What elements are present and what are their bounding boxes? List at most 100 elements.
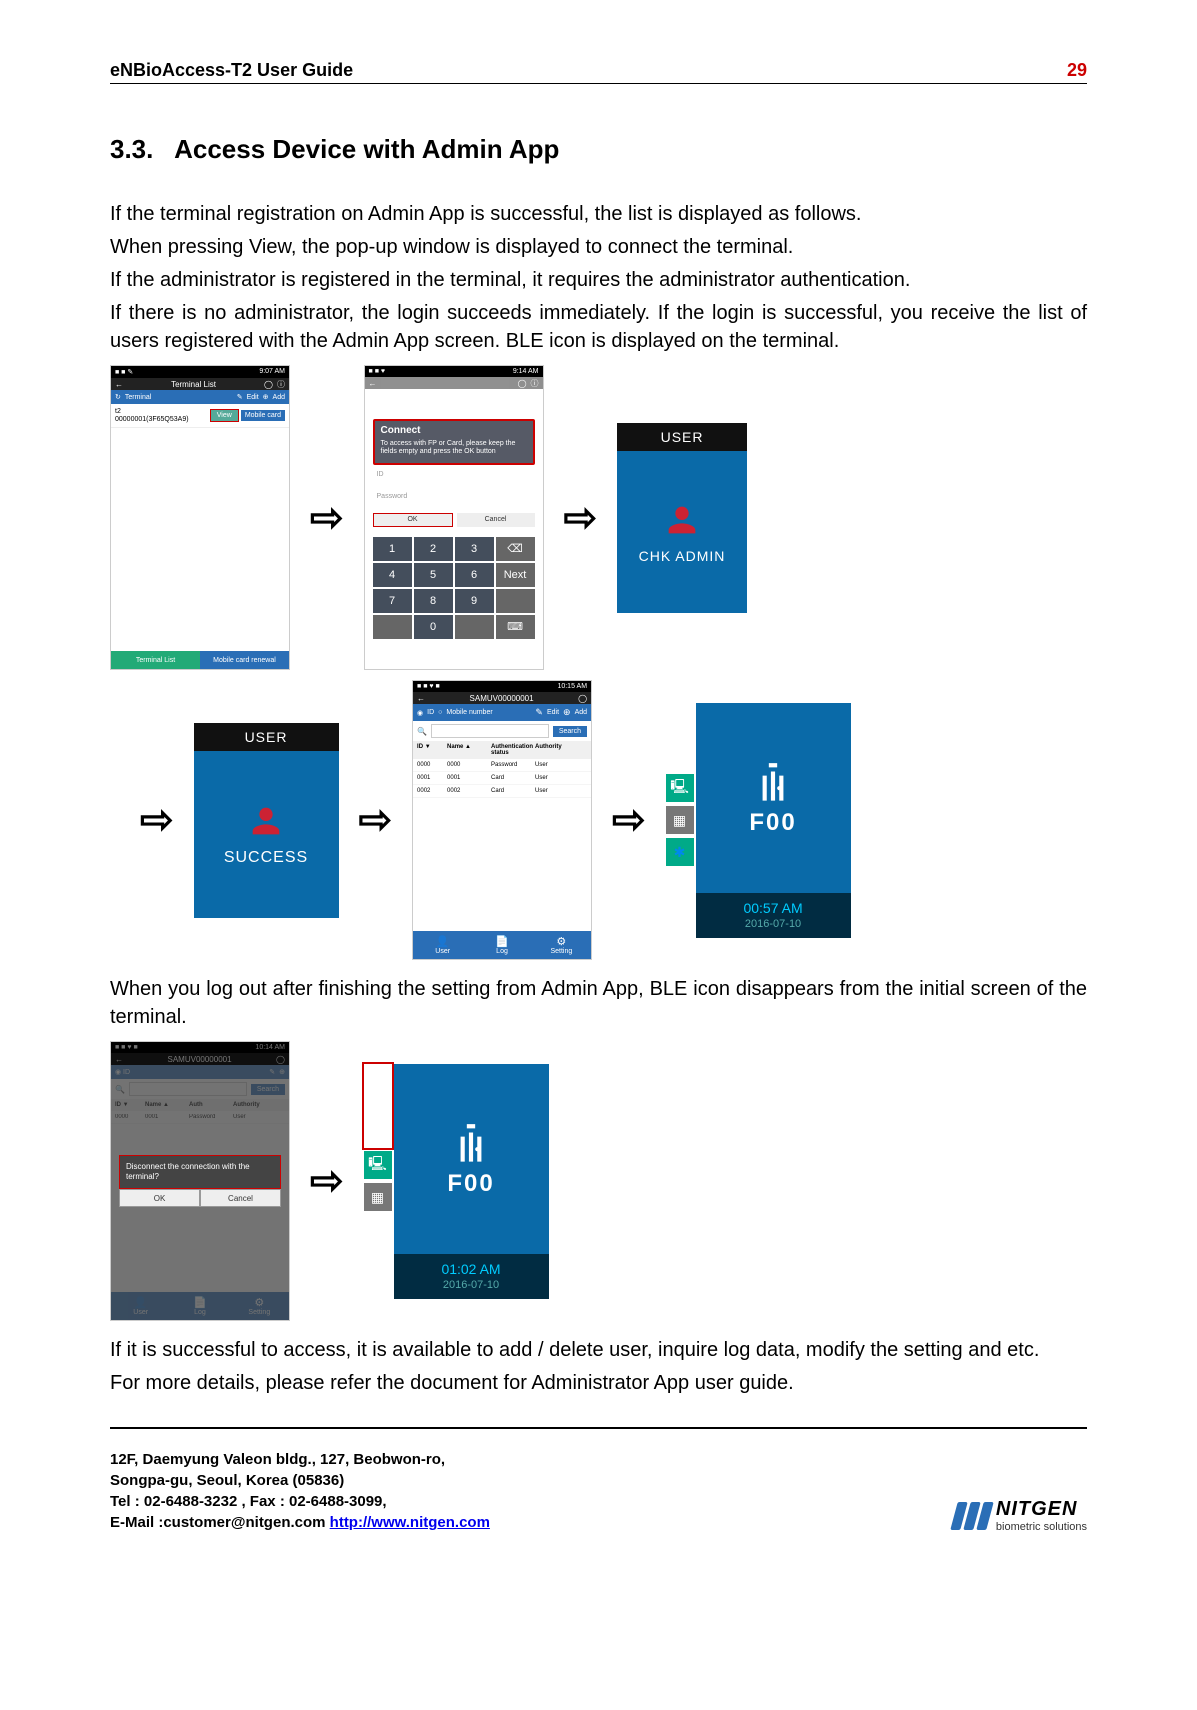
paragraph: If there is no administrator, the login … [110,299,1087,355]
mobile-card-button[interactable]: Mobile card [241,410,285,421]
terminal-screen-f00-disconnected: F00 01:02 AM2016-07-10 [394,1064,549,1299]
info-icon[interactable]: ⓘ [277,379,285,390]
key-7[interactable]: 7 [373,589,412,613]
mini-top-label: USER [617,423,747,451]
toolbar-add[interactable]: Add [575,709,587,716]
ok-button[interactable]: OK [119,1189,200,1207]
key-9[interactable]: 9 [455,589,494,613]
edit-icon[interactable]: ✎ [535,707,543,718]
terminal-screen-chk-admin: USER CHK ADMIN [617,423,747,613]
status-icon: ▦ [666,806,694,834]
key-6[interactable]: 6 [455,563,494,587]
door-icon [748,759,798,809]
tab-mobile-renewal[interactable]: Mobile card renewal [200,651,289,669]
toolbar-edit[interactable]: Edit [547,709,559,716]
key-0[interactable]: 0 [414,615,453,639]
arrow-icon: ⇨ [349,797,403,843]
col-id[interactable]: ID ▼ [417,744,447,756]
tab-terminal-list[interactable]: Terminal List [111,651,200,669]
password-input[interactable]: Password [373,491,535,505]
screenshot-disconnect-dialog: ■ ■ ♥ ■10:14 AM ←SAMUV00000001◯ ◉ ID✎⊕ 🔍… [110,1041,290,1321]
nav-user[interactable]: 👤User [413,931,472,959]
radio-mobile[interactable]: Mobile number [446,709,492,716]
table-row[interactable]: 00000000PasswordUser [413,759,591,772]
add-icon[interactable]: ⊕ [263,393,269,401]
side-icon-strip: 🖳 ▦ ✱ [666,774,696,866]
terminal-screen-success: USER SUCCESS [194,723,339,918]
key-next[interactable]: Next [496,563,535,587]
col-name[interactable]: Name ▲ [447,744,491,756]
person-icon [662,500,702,540]
user-icon: 👤 [436,935,450,948]
nav-log[interactable]: 📄Log [472,931,531,959]
toolbar-edit[interactable]: Edit [247,394,259,401]
sync-icon[interactable]: ◯ [264,380,273,389]
mini-top-label: USER [194,723,339,751]
radio-id[interactable]: ID [427,709,434,716]
nav-title: SAMUV00000001 [429,694,574,703]
key-4[interactable]: 4 [373,563,412,587]
section-title-text: Access Device with Admin App [174,134,559,164]
bluetooth-icon: ✱ [666,838,694,866]
sync-icon[interactable]: ◯ [578,694,587,703]
back-icon[interactable]: ← [115,380,123,389]
mini-big-text: F00 [749,809,796,837]
search-input[interactable] [431,724,549,738]
toolbar-add[interactable]: Add [273,394,285,401]
view-button[interactable]: View [210,409,239,422]
paragraph: If the administrator is registered in th… [110,266,1087,294]
toolbar-terminal-label: Terminal [125,394,151,401]
table-row[interactable]: 00020002CardUser [413,785,591,798]
website-link[interactable]: http://www.nitgen.com [330,1514,490,1531]
dialog-message: To access with FP or Card, please keep t… [375,440,533,463]
paragraph: If it is successful to access, it is ava… [110,1336,1087,1364]
screenshot-terminal-list: ■ ■ ✎9:07 AM ←Terminal List◯ⓘ ↻Terminal✎… [110,365,290,670]
status-clock: 10:15 AM [557,683,587,690]
arrow-icon: ⇨ [130,797,184,843]
search-icon: 🔍 [417,727,427,736]
key-1[interactable]: 1 [373,537,412,561]
refresh-icon[interactable]: ↻ [115,393,121,401]
add-icon[interactable]: ⊕ [563,707,571,718]
status-left-icons: ■ ■ ♥ ■ [417,683,440,690]
person-icon [246,801,286,841]
logo-tagline: biometric solutions [996,1521,1087,1533]
mini-status-label: SUCCESS [224,849,308,867]
terminal-name: t2 [115,408,210,416]
key-8[interactable]: 8 [414,589,453,613]
logo-text: NITGEN [996,1498,1087,1521]
highlight-box [362,1062,394,1150]
back-icon[interactable]: ← [417,694,425,703]
nav-setting[interactable]: ⚙Setting [532,931,591,959]
status-left-icons: ■ ■ ♥ [369,368,386,375]
key-2[interactable]: 2 [414,537,453,561]
edit-icon[interactable]: ✎ [237,393,243,401]
keypad: 1 2 3 ⌫ 4 5 6 Next 7 8 9 0 ⌨ [373,537,535,639]
terminal-mac: 00000001(3F65Q53A9) [115,416,210,424]
key-blank-c [455,615,494,639]
network-icon: 🖳 [666,774,694,802]
status-icon: ▦ [364,1183,392,1211]
cancel-button[interactable]: Cancel [457,513,535,527]
status-clock: 9:14 AM [513,368,539,375]
search-button[interactable]: Search [553,726,587,737]
id-input[interactable]: ID [373,469,535,483]
col-authority[interactable]: Authority [535,744,575,756]
col-auth[interactable]: Authentication status [491,744,535,756]
paragraph: For more details, please refer the docum… [110,1369,1087,1397]
table-row[interactable]: 00010001CardUser [413,772,591,785]
key-backspace[interactable]: ⌫ [496,537,535,561]
company-logo: NITGEN biometric solutions [954,1498,1087,1533]
key-5[interactable]: 5 [414,563,453,587]
key-keyboard-icon[interactable]: ⌨ [496,615,535,639]
key-blank-b [373,615,412,639]
mini-status-label: CHK ADMIN [639,548,726,564]
key-3[interactable]: 3 [455,537,494,561]
nav-title: Terminal List [127,380,260,389]
status-clock: 9:07 AM [259,368,285,376]
ok-button[interactable]: OK [373,513,453,527]
gear-icon: ⚙ [556,935,566,948]
mini-date: 2016-07-10 [696,917,851,931]
cancel-button[interactable]: Cancel [200,1189,281,1207]
side-icon-strip: 🖳 ▦ [364,1151,394,1211]
